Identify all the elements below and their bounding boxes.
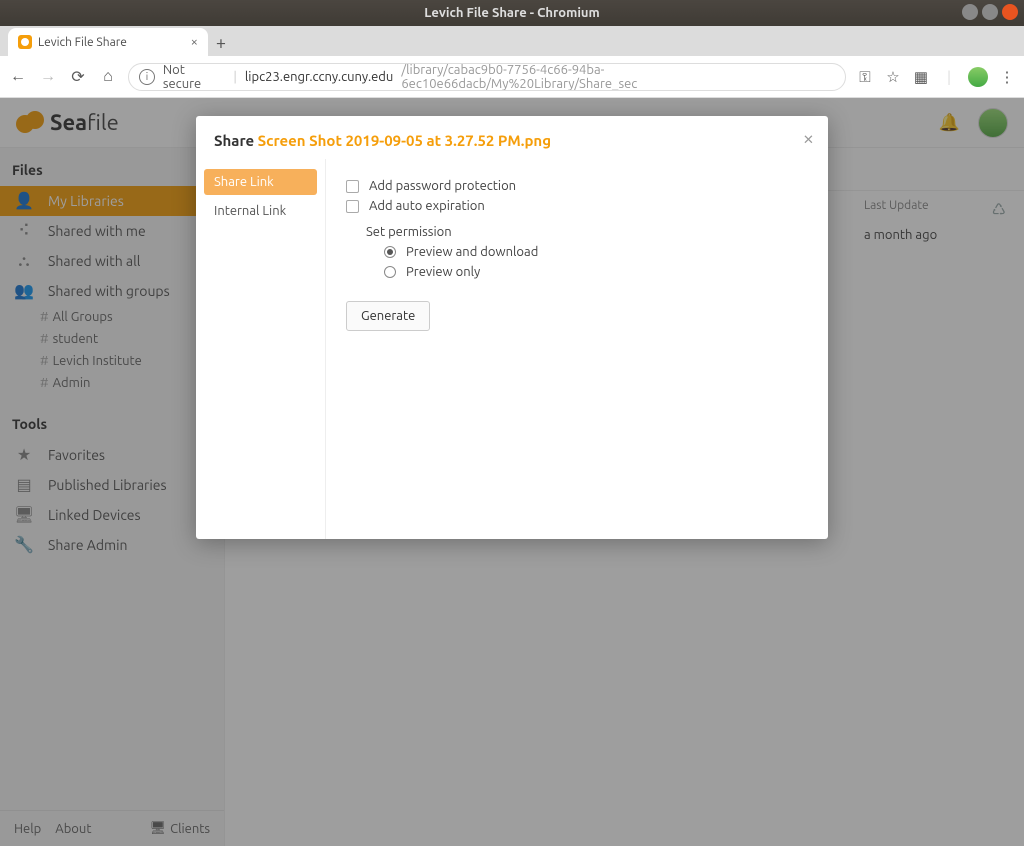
url-host: lipc23.engr.ccny.cuny.edu (245, 70, 393, 84)
share-modal: Share Screen Shot 2019-09-05 at 3.27.52 … (196, 116, 828, 539)
modal-overlay[interactable]: Share Screen Shot 2019-09-05 at 3.27.52 … (0, 98, 1024, 846)
checkbox-icon[interactable] (346, 180, 359, 193)
site-info-icon[interactable]: i (139, 69, 155, 85)
new-tab-button[interactable]: + (208, 30, 234, 56)
modal-close-icon[interactable]: × (803, 126, 814, 149)
tab-close-icon[interactable]: × (191, 35, 198, 49)
home-button[interactable]: ⌂ (98, 67, 118, 86)
os-window-title: Levich File Share - Chromium (424, 6, 600, 20)
generate-button[interactable]: Generate (346, 301, 430, 331)
radio-icon[interactable] (384, 246, 396, 258)
favicon-icon (18, 35, 32, 49)
tab-title: Levich File Share (38, 36, 127, 49)
forward-button[interactable]: → (38, 67, 58, 86)
password-key-icon[interactable]: ⚿ (856, 68, 874, 86)
checkbox-icon[interactable] (346, 200, 359, 213)
window-maximize-icon[interactable] (982, 4, 998, 20)
tab-strip: Levich File Share × + (0, 26, 1024, 56)
modal-title-prefix: Share (214, 132, 254, 149)
back-button[interactable]: ← (8, 67, 28, 86)
not-secure-label: Not secure (163, 63, 226, 91)
browser-tab[interactable]: Levich File Share × (8, 28, 208, 56)
url-path: /library/cabac9b0-7756-4c66-94ba-6ec10e6… (401, 63, 835, 91)
ext-divider: | (940, 68, 958, 86)
window-close-icon[interactable] (1002, 4, 1018, 20)
auto-expiration-row[interactable]: Add auto expiration (346, 199, 808, 213)
preview-download-option[interactable]: Preview and download (384, 245, 808, 259)
modal-title-filename: Screen Shot 2019-09-05 at 3.27.52 PM.png (258, 132, 551, 149)
tab-internal-link[interactable]: Internal Link (204, 198, 317, 224)
preview-only-option[interactable]: Preview only (384, 265, 808, 279)
set-permission-label: Set permission (366, 225, 808, 239)
browser-menu-icon[interactable]: ⋮ (998, 68, 1016, 86)
reload-button[interactable]: ⟳ (68, 67, 88, 86)
bookmark-star-icon[interactable]: ☆ (884, 68, 902, 86)
modal-header: Share Screen Shot 2019-09-05 at 3.27.52 … (196, 116, 828, 159)
browser-chrome: Levich File Share × + ← → ⟳ ⌂ i Not secu… (0, 26, 1024, 98)
os-titlebar: Levich File Share - Chromium (0, 0, 1024, 26)
radio-icon[interactable] (384, 266, 396, 278)
preview-download-label: Preview and download (406, 245, 538, 259)
address-bar[interactable]: i Not secure | lipc23.engr.ccny.cuny.edu… (128, 63, 846, 91)
modal-tabs: Share Link Internal Link (196, 159, 326, 539)
preview-only-label: Preview only (406, 265, 480, 279)
profile-avatar-icon[interactable] (968, 67, 988, 87)
browser-toolbar: ← → ⟳ ⌂ i Not secure | lipc23.engr.ccny.… (0, 56, 1024, 98)
modal-body: Share Link Internal Link Add password pr… (196, 159, 828, 539)
window-minimize-icon[interactable] (962, 4, 978, 20)
password-protection-row[interactable]: Add password protection (346, 179, 808, 193)
auto-expiration-label: Add auto expiration (369, 199, 485, 213)
password-protection-label: Add password protection (369, 179, 516, 193)
tab-share-link[interactable]: Share Link (204, 169, 317, 195)
extension-icon[interactable]: ▦ (912, 68, 930, 86)
url-divider: | (233, 70, 237, 84)
modal-pane: Add password protection Add auto expirat… (326, 159, 828, 539)
app: Seafile 🔔 Files 👤 My Libraries ⠪ Shared … (0, 98, 1024, 846)
